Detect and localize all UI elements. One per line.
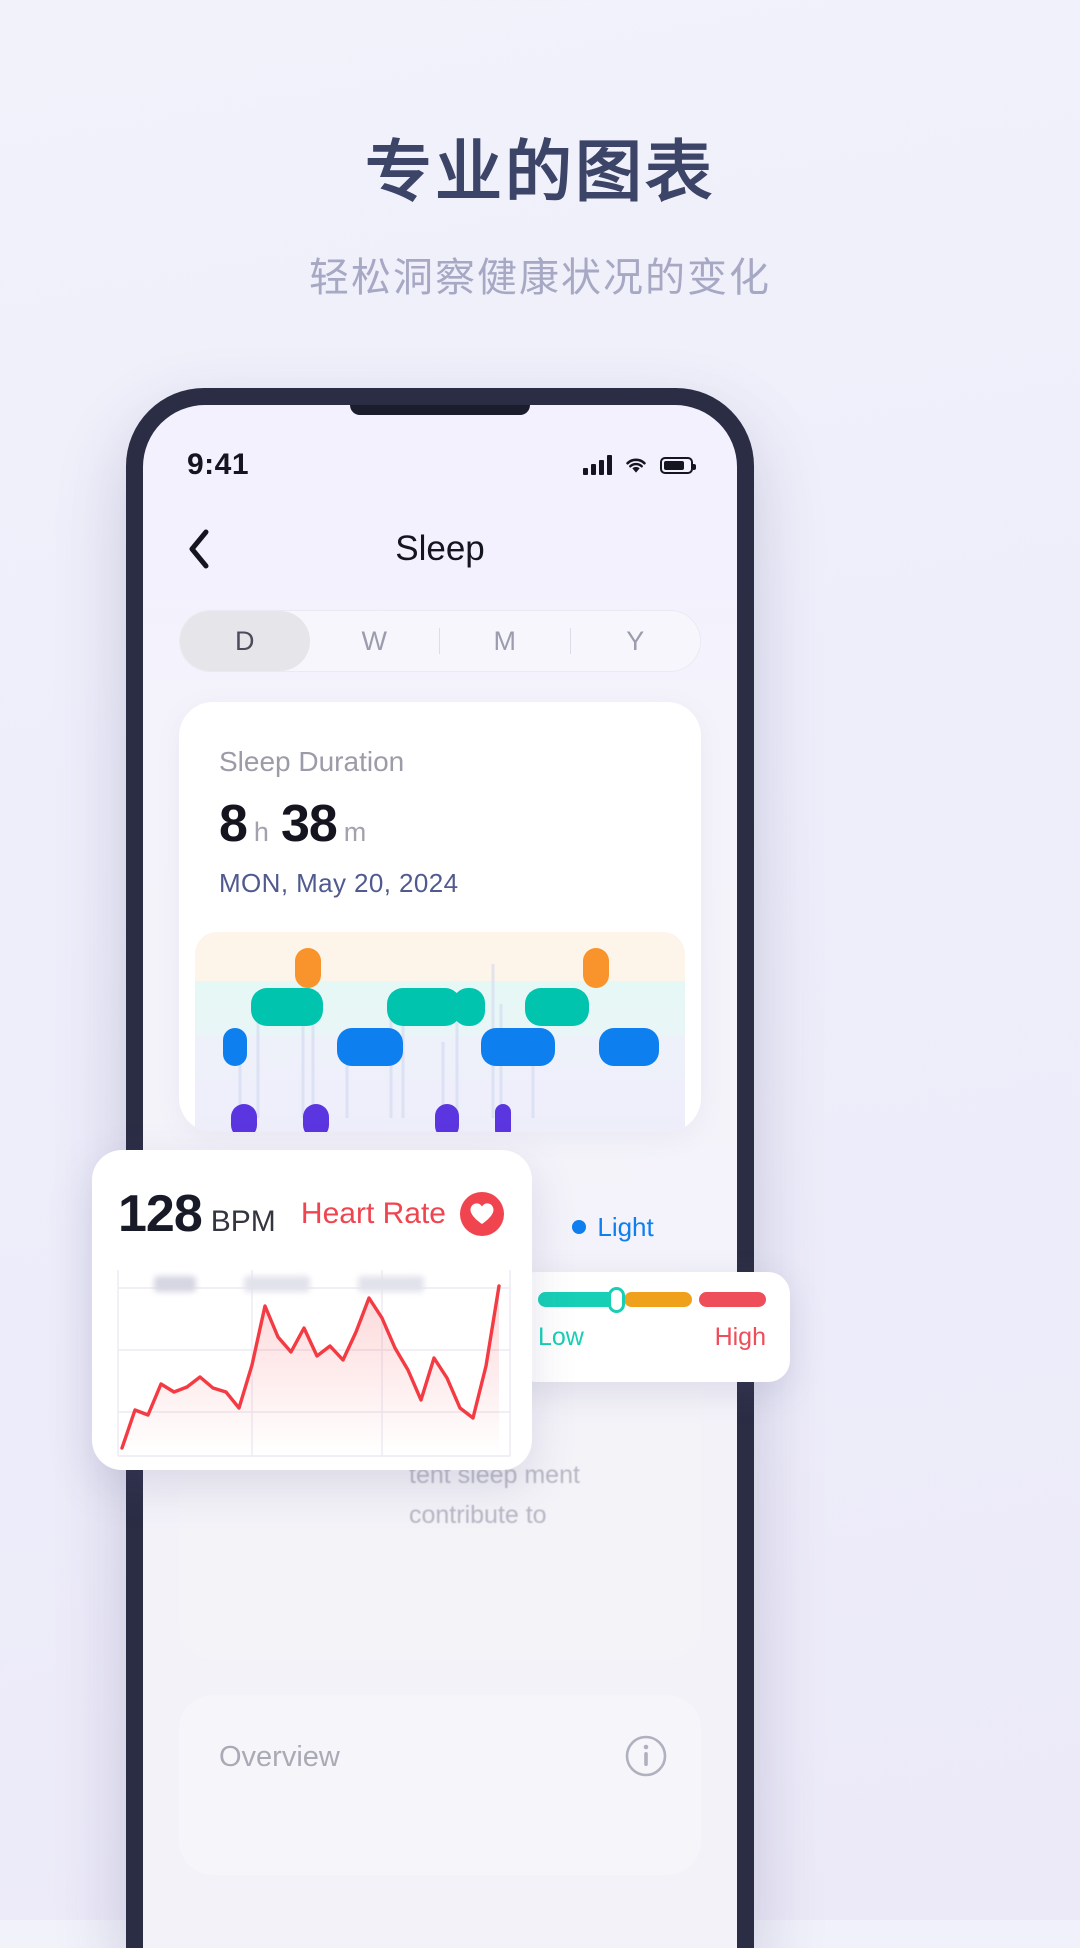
promo-header: 专业的图表 轻松洞察健康状况的变化 <box>0 0 1080 303</box>
hypnogram-svg <box>223 948 659 1132</box>
phone-notch <box>350 405 530 415</box>
heart-rate-header: 128 BPM Heart Rate <box>92 1184 532 1244</box>
page-title: 专业的图表 <box>365 133 715 211</box>
overview-title: Overview <box>219 1741 340 1773</box>
quality-slider-labels: Low High <box>538 1323 766 1352</box>
sleep-minutes: 38 <box>280 795 338 853</box>
status-bar-icons <box>583 455 696 475</box>
battery-icon <box>660 456 696 474</box>
quality-segment-low[interactable] <box>538 1292 618 1307</box>
sleep-hours: 8 <box>219 795 248 853</box>
sleep-quality-slider-card[interactable]: Low High <box>514 1272 790 1382</box>
heart-icon <box>470 1203 494 1224</box>
sleep-duration-value: 8 h 38 m <box>219 794 701 854</box>
nav-bar: Sleep <box>143 505 737 593</box>
tab-week[interactable]: W <box>310 611 440 671</box>
legend-dot-light <box>572 1220 587 1234</box>
legend-label-light: Light <box>597 1211 654 1242</box>
heart-rate-unit: BPM <box>210 1205 276 1238</box>
heart-icon-badge <box>460 1192 504 1236</box>
quality-segment-high[interactable] <box>698 1292 767 1307</box>
heart-rate-title: Heart Rate <box>300 1197 446 1230</box>
sleep-duration-label: Sleep Duration <box>219 746 405 777</box>
hypnogram-chart[interactable] <box>195 932 685 1132</box>
info-circle-icon[interactable] <box>625 1735 667 1777</box>
heart-rate-card[interactable]: 128 BPM Heart Rate <box>92 1150 532 1470</box>
page-subtitle: 轻松洞察健康状况的变化 <box>309 255 771 301</box>
status-bar-time: 9:41 <box>187 448 250 481</box>
heart-rate-chart[interactable] <box>92 1260 532 1470</box>
sleep-duration-card[interactable]: Sleep Duration 8 h 38 m MON, May 20, 202… <box>179 702 701 1132</box>
heart-rate-value: 128 <box>118 1185 203 1243</box>
overview-card[interactable]: Overview <box>179 1695 701 1875</box>
tab-month[interactable]: M <box>440 611 570 671</box>
heart-rate-title-group: Heart Rate <box>301 1192 504 1236</box>
sleep-hours-unit: h <box>253 817 269 847</box>
cellular-bars-icon <box>583 455 612 475</box>
status-bar: 9:41 <box>143 445 737 485</box>
nav-title: Sleep <box>395 529 485 568</box>
tab-day[interactable]: D <box>180 611 310 671</box>
quality-segment-medium[interactable] <box>624 1292 692 1307</box>
legend-item-light: Light <box>572 1211 654 1243</box>
back-button[interactable] <box>173 523 225 575</box>
chevron-left-icon <box>189 529 209 569</box>
quality-slider-track[interactable] <box>538 1287 767 1313</box>
sleep-date: MON, May 20, 2024 <box>219 868 459 898</box>
period-segmented-control[interactable]: D W M Y <box>179 610 701 672</box>
quality-slider-knob[interactable] <box>608 1287 625 1313</box>
wifi-icon <box>626 458 646 473</box>
tab-year[interactable]: Y <box>571 611 701 671</box>
sleep-minutes-unit: m <box>343 817 367 847</box>
chart-placeholder-labels <box>154 1276 424 1292</box>
quality-low-label: Low <box>538 1323 584 1351</box>
quality-high-label: High <box>714 1323 766 1351</box>
heart-rate-reading: 128 BPM <box>118 1184 276 1244</box>
